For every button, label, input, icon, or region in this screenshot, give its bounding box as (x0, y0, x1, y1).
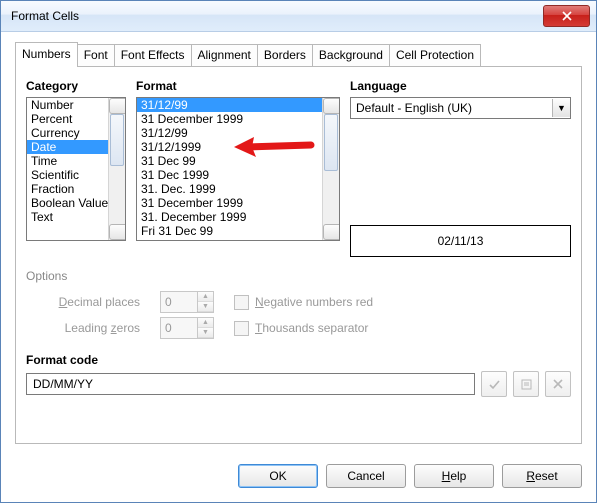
format-scrollbar[interactable]: ▲ ▼ (322, 98, 339, 240)
options-group: Options Decimal places ▲▼ Negative numbe… (26, 269, 571, 339)
format-item[interactable]: 31. December 1999 (137, 210, 339, 224)
tab-numbers[interactable]: Numbers (15, 42, 78, 66)
chevron-down-icon[interactable]: ▼ (552, 99, 570, 117)
leading-zeros-input (161, 318, 197, 338)
format-item[interactable]: Fri 31 Dec 99 (137, 224, 339, 238)
scroll-up-icon[interactable]: ▲ (323, 98, 340, 114)
help-button[interactable]: Help (414, 464, 494, 488)
spinner-up-icon: ▲ (198, 292, 213, 302)
scroll-down-icon[interactable]: ▼ (323, 224, 340, 240)
scroll-down-icon[interactable]: ▼ (109, 224, 126, 240)
negative-red-label: Negative numbers red (255, 295, 373, 309)
decimal-places-input (161, 292, 197, 312)
format-item[interactable]: 31 December 1999 (137, 112, 339, 126)
format-item[interactable]: 31 Dec 99 (137, 154, 339, 168)
format-item[interactable]: 31/12/99 (137, 98, 339, 112)
cancel-button[interactable]: Cancel (326, 464, 406, 488)
scroll-thumb[interactable] (324, 114, 338, 171)
format-cells-dialog: Format Cells NumbersFontFont EffectsAlig… (0, 0, 597, 503)
format-listbox[interactable]: 31/12/9931 December 199931/12/9931/12/19… (136, 97, 340, 241)
note-icon (520, 378, 533, 391)
decimal-places-label: Decimal places (40, 295, 140, 309)
tab-bar: NumbersFontFont EffectsAlignmentBordersB… (15, 42, 582, 67)
language-value: Default - English (UK) (351, 101, 552, 115)
format-item[interactable]: 31/12/1999 (137, 140, 339, 154)
format-preview: 02/11/13 (350, 225, 571, 257)
ok-button[interactable]: OK (238, 464, 318, 488)
edit-comment-button[interactable] (513, 371, 539, 397)
category-listbox[interactable]: NumberPercentCurrencyDateTimeScientificF… (26, 97, 126, 241)
format-item[interactable]: 31 Dec 1999 (137, 168, 339, 182)
tab-borders[interactable]: Borders (257, 44, 313, 66)
negative-red-checkbox: Negative numbers red (234, 295, 373, 310)
tab-panel-numbers: Category NumberPercentCurrencyDateTimeSc… (15, 67, 582, 444)
tab-background[interactable]: Background (312, 44, 390, 66)
scroll-thumb[interactable] (110, 114, 124, 166)
check-icon (488, 378, 501, 391)
leading-zeros-spinner: ▲▼ (160, 317, 214, 339)
checkbox-icon (234, 295, 249, 310)
language-select[interactable]: Default - English (UK) ▼ (350, 97, 571, 119)
apply-format-button[interactable] (481, 371, 507, 397)
category-label: Category (26, 79, 126, 93)
dialog-footer: OK Cancel Help Reset (1, 454, 596, 502)
options-header: Options (26, 269, 571, 283)
leading-zeros-label: Leading zeros (40, 321, 140, 335)
format-code-input[interactable] (26, 373, 475, 395)
scroll-up-icon[interactable]: ▲ (109, 98, 126, 114)
format-item[interactable]: 31. Dec. 1999 (137, 182, 339, 196)
spinner-down-icon: ▼ (198, 328, 213, 338)
remove-format-button[interactable] (545, 371, 571, 397)
format-label: Format (136, 79, 340, 93)
format-item[interactable]: 31/12/99 (137, 126, 339, 140)
tab-font-effects[interactable]: Font Effects (114, 44, 192, 66)
reset-button[interactable]: Reset (502, 464, 582, 488)
thousands-checkbox: Thousands separator (234, 321, 368, 336)
x-icon (552, 378, 564, 390)
window-title: Format Cells (11, 9, 543, 23)
category-scrollbar[interactable]: ▲ ▼ (108, 98, 125, 240)
spinner-down-icon: ▼ (198, 302, 213, 312)
close-button[interactable] (543, 5, 590, 27)
format-item[interactable]: 31 December 1999 (137, 196, 339, 210)
format-code-label: Format code (26, 353, 571, 367)
titlebar: Format Cells (1, 1, 596, 32)
checkbox-icon (234, 321, 249, 336)
close-icon (562, 11, 572, 21)
thousands-label: Thousands separator (255, 321, 368, 335)
decimal-places-spinner: ▲▼ (160, 291, 214, 313)
language-label: Language (350, 79, 571, 93)
tab-font[interactable]: Font (77, 44, 115, 66)
tab-alignment[interactable]: Alignment (191, 44, 258, 66)
tab-cell-protection[interactable]: Cell Protection (389, 44, 481, 66)
spinner-up-icon: ▲ (198, 318, 213, 328)
